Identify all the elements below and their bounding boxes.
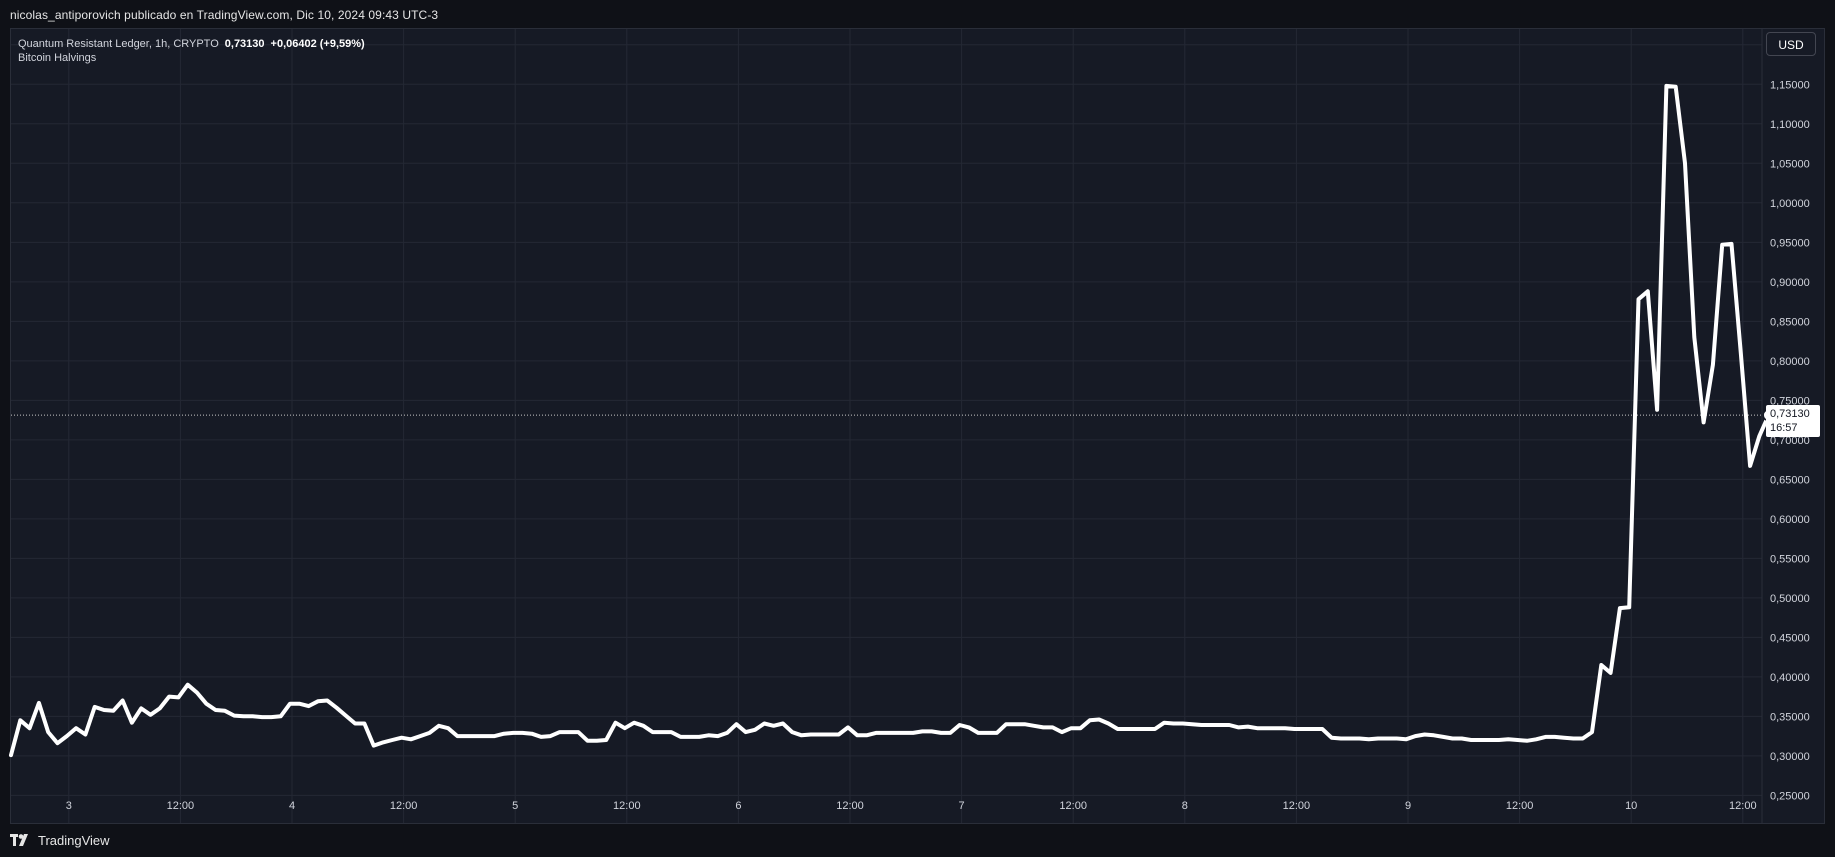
price-series-line	[9, 83, 1771, 758]
time-tick-label: 12:00	[390, 800, 418, 812]
tradingview-logo-icon	[10, 834, 28, 846]
time-tick-label: 12:00	[1506, 800, 1534, 812]
time-tick-label: 12:00	[1729, 800, 1757, 812]
time-tick-label: 7	[959, 800, 965, 812]
time-tick-label: 6	[735, 800, 741, 812]
chart-window: nicolas_antiporovich publicado en Tradin…	[0, 0, 1835, 857]
last-value: 0,73130	[224, 38, 265, 50]
price-tick-label: 0,45000	[1770, 632, 1810, 644]
time-tick-label: 12:00	[613, 800, 641, 812]
price-tick-label: 0,25000	[1770, 790, 1810, 802]
time-tick-label: 12:00	[1059, 800, 1087, 812]
price-tag-value: 0,73130	[1770, 408, 1810, 421]
price-chart[interactable]: 0,25000 0,30000 0,35000 0,40000 0,45000 0,500…	[0, 0, 1835, 857]
price-tick-label: 0,90000	[1770, 277, 1810, 289]
time-tick-label: 4	[289, 800, 295, 812]
price-tick-label: 1,10000	[1770, 119, 1810, 131]
time-tick-label: 8	[1182, 800, 1188, 812]
time-tick-label: 12:00	[167, 800, 195, 812]
symbol-legend[interactable]: Quantum Resistant Ledger, 1h, CRYPTO 0,73…	[18, 36, 365, 52]
indicator-label[interactable]: Bitcoin Halvings	[18, 52, 96, 64]
price-tick-label: 0,55000	[1770, 553, 1810, 565]
price-tick-label: 1,00000	[1770, 198, 1810, 210]
time-tick-label: 3	[66, 800, 72, 812]
price-tick-label: 0,35000	[1770, 711, 1810, 723]
price-tick-label: 0,60000	[1770, 514, 1810, 526]
price-change: +0,06402 (+9,59%)	[270, 38, 365, 50]
symbol-title: Quantum Resistant Ledger, 1h, CRYPTO	[18, 38, 219, 50]
price-tick-label: 0,65000	[1770, 474, 1810, 486]
price-tick-label: 0,80000	[1770, 356, 1810, 368]
price-tick-label: 0,95000	[1770, 237, 1810, 249]
price-tag-countdown: 16:57	[1770, 422, 1798, 435]
currency-button[interactable]: USD	[1766, 32, 1816, 56]
price-tick-label: 0,50000	[1770, 593, 1810, 605]
time-tick-label: 12:00	[836, 800, 864, 812]
time-scale[interactable]: 3 12:00 4 12:00 5 12:00 6 12:00 7 12:00 8 12:00 9 12:…	[66, 800, 1757, 812]
price-tick-label: 0,85000	[1770, 316, 1810, 328]
time-tick-label: 9	[1405, 800, 1411, 812]
time-tick-label: 5	[512, 800, 518, 812]
price-tick-label: 1,15000	[1770, 79, 1810, 91]
time-tick-label: 12:00	[1283, 800, 1311, 812]
brand-name: TradingView	[38, 832, 110, 848]
last-price-tag: 0,73130 16:57	[1766, 405, 1820, 438]
price-tick-label: 0,30000	[1770, 751, 1810, 763]
price-tick-label: 0,40000	[1770, 672, 1810, 684]
tradingview-brand[interactable]: TradingView	[10, 830, 110, 850]
price-tick-label: 1,05000	[1770, 158, 1810, 170]
grid	[11, 29, 1762, 823]
time-tick-label: 10	[1625, 800, 1637, 812]
